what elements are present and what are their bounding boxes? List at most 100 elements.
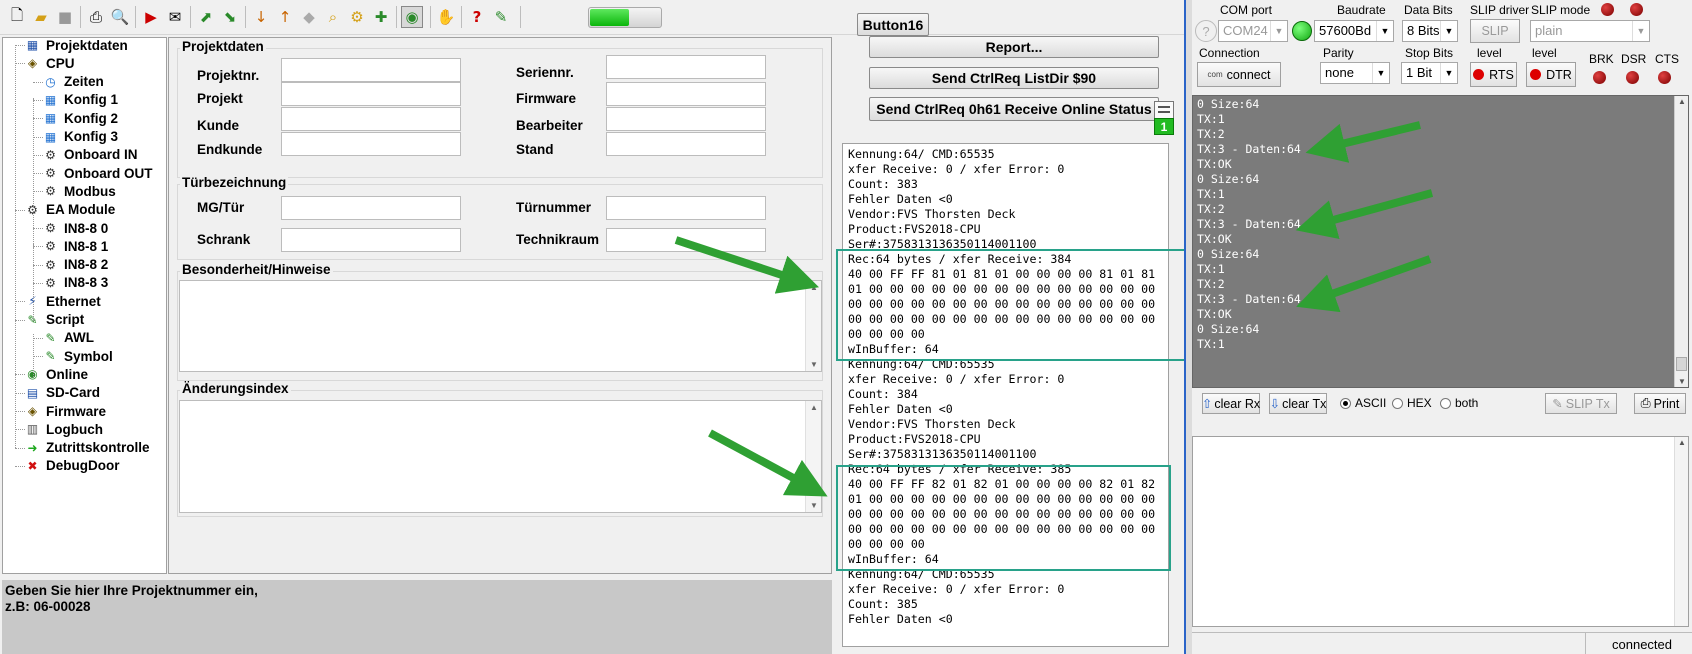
scrollbar[interactable]: ▲ ▼ [805,281,821,371]
monitor-active-icon[interactable]: ◉ [401,6,423,28]
scroll-up-icon[interactable]: ▲ [1678,97,1686,106]
memo-besonderheit[interactable]: ▲ ▼ [179,280,822,372]
gear-icon: ⚙ [45,184,56,199]
tool-3-icon[interactable]: ◆ [298,6,320,28]
tree-item-sd-card[interactable]: ▤ SD-Card [25,384,100,402]
grid-icon: ▦ [44,92,57,107]
tree-item-zeiten[interactable]: ◷ Zeiten [43,73,104,91]
export-icon[interactable]: ▶ [140,6,162,28]
tool-5-icon[interactable]: ✎ [490,6,512,28]
scroll-thumb[interactable] [1676,357,1687,371]
sort-up-icon[interactable]: ↑ [274,6,296,28]
list-icon[interactable] [1154,101,1174,119]
input-technikraum[interactable] [606,228,766,252]
input-firmware[interactable] [606,82,766,106]
tree-item-logbuch[interactable]: ▥ Logbuch [25,420,103,438]
send-online-status-button[interactable]: Send CtrlReq 0h61 Receive Online Status [869,97,1159,121]
tree-item-cpu[interactable]: ◈ CPU [25,54,75,72]
baudrate-select[interactable]: 57600Bd ▼ [1314,20,1394,42]
input-seriennr[interactable] [606,55,766,79]
com-port-select[interactable]: COM24 ▼ [1218,20,1288,42]
input-projektnr[interactable] [281,58,461,82]
receive-log[interactable]: Kennung:64/ CMD:65535 xfer Receive: 0 / x… [842,143,1169,647]
input-schrank[interactable] [281,228,461,252]
tree-item-projektdaten[interactable]: ▦ Projektdaten [25,36,128,54]
tool-1-icon[interactable]: ⬈ [195,6,217,28]
print-icon[interactable]: ⎙ [85,6,107,28]
transmit-box[interactable]: ▲ [1192,436,1689,627]
tool-4-icon[interactable]: ⚙ [346,6,368,28]
memo-aenderungsindex[interactable]: ▲ ▼ [179,400,822,513]
table-icon: ▦ [26,38,39,52]
tree-item-in8-8-3[interactable]: ⚙ IN8-8 3 [43,274,108,292]
tree-item-zutrittskontrolle[interactable]: ➜ Zutrittskontrolle [25,439,149,457]
input-kunde[interactable] [281,107,461,131]
tool-2-icon[interactable]: ⬊ [219,6,241,28]
databits-select[interactable]: 8 Bits ▼ [1402,20,1458,42]
help-icon[interactable]: ? [1195,20,1217,42]
tree-item-ethernet[interactable]: ⚡ Ethernet [25,292,100,310]
search-icon[interactable]: ⌕ [322,6,344,28]
open-folder-icon[interactable]: ▰ [30,6,52,28]
splitter[interactable] [1184,0,1192,654]
scroll-down-icon[interactable]: ▼ [1678,377,1686,386]
input-bearbeiter[interactable] [606,107,766,131]
sort-down-icon[interactable]: ↓ [250,6,272,28]
rts-button[interactable]: RTS [1470,62,1517,87]
tree-item-label: Online [46,366,89,382]
print-button[interactable]: ⎙ Print [1634,393,1686,414]
slip-tx-label: SLIP Tx [1565,396,1610,411]
help-icon[interactable]: ? [466,6,488,28]
input-tuernummer[interactable] [606,196,766,220]
add-icon[interactable]: ✚ [370,6,392,28]
hand-icon[interactable]: ✋ [435,6,457,28]
tree-item-awl[interactable]: ✎ AWL [43,329,94,347]
radio-ascii[interactable] [1340,398,1351,409]
report-button[interactable]: Report... [869,36,1159,58]
input-mg-tuer[interactable] [281,196,461,220]
chevron-down-icon: ▼ [1632,21,1649,41]
tree-item-konfig-2[interactable]: ▦ Konfig 2 [43,109,118,127]
slip-button[interactable]: SLIP [1470,19,1520,43]
tree-item-konfig-1[interactable]: ▦ Konfig 1 [43,91,118,109]
radio-hex[interactable] [1392,398,1403,409]
tree-item-in8-8-0[interactable]: ⚙ IN8-8 0 [43,219,108,237]
slip-mode-select[interactable]: plain ▼ [1530,20,1650,42]
connect-button[interactable]: com connect [1197,62,1281,87]
button16[interactable]: Button16 [857,13,929,36]
dtr-button[interactable]: DTR [1526,62,1576,87]
new-file-icon[interactable]: 🗋 [6,6,28,28]
mail-icon[interactable]: ✉ [164,6,186,28]
print-preview-icon[interactable]: 🔍 [109,6,131,28]
clear-tx-button[interactable]: ⇩ clear Tx [1269,393,1327,414]
receive-terminal[interactable]: ▲ ▼ 0 Size:64 TX:1 TX:2 TX:3 - Daten:64 TX:O… [1192,95,1689,388]
input-projekt[interactable] [281,82,461,106]
send-listdir-button[interactable]: Send CtrlReq ListDir $90 [869,67,1159,89]
input-stand[interactable] [606,132,766,156]
tree-item-in8-8-1[interactable]: ⚙ IN8-8 1 [43,237,108,255]
scrollbar[interactable]: ▲ ▼ [1674,96,1688,387]
tree-item-firmware[interactable]: ◈ Firmware [25,402,106,420]
slip-tx-icon: ✎ [1552,397,1563,411]
tree-item-modbus[interactable]: ⚙ Modbus [43,182,116,200]
tree-item-symbol[interactable]: ✎ Symbol [43,347,112,365]
tree-item-debugdoor[interactable]: ✖ DebugDoor [25,457,119,475]
scrollbar[interactable]: ▲ ▼ [805,401,821,512]
tree-item-ea-module[interactable]: ⚙ EA Module [25,201,115,219]
tree-item-online[interactable]: ◉ Online [25,365,88,383]
radio-both[interactable] [1440,398,1451,409]
slip-tx-button[interactable]: ✎ SLIP Tx [1545,393,1617,414]
tree-item-konfig-3[interactable]: ▦ Konfig 3 [43,128,118,146]
scrollbar[interactable]: ▲ [1674,437,1688,626]
tree-item-onboard-in[interactable]: ⚙ Onboard IN [43,146,137,164]
tree-item-in8-8-2[interactable]: ⚙ IN8-8 2 [43,256,108,274]
stopbits-select[interactable]: 1 Bit ▼ [1401,62,1458,84]
tree-item-onboard-out[interactable]: ⚙ Onboard OUT [43,164,152,182]
clear-rx-button[interactable]: ⇧ clear Rx [1202,393,1260,414]
tree-item-label: Projektdaten [46,37,128,53]
parity-select[interactable]: none ▼ [1320,62,1390,84]
log-line: Ser#:375831313635011400110​0 [848,447,1037,461]
save-icon[interactable]: ■ [54,6,76,28]
input-endkunde[interactable] [281,132,461,156]
scroll-up-icon[interactable]: ▲ [1678,438,1686,447]
